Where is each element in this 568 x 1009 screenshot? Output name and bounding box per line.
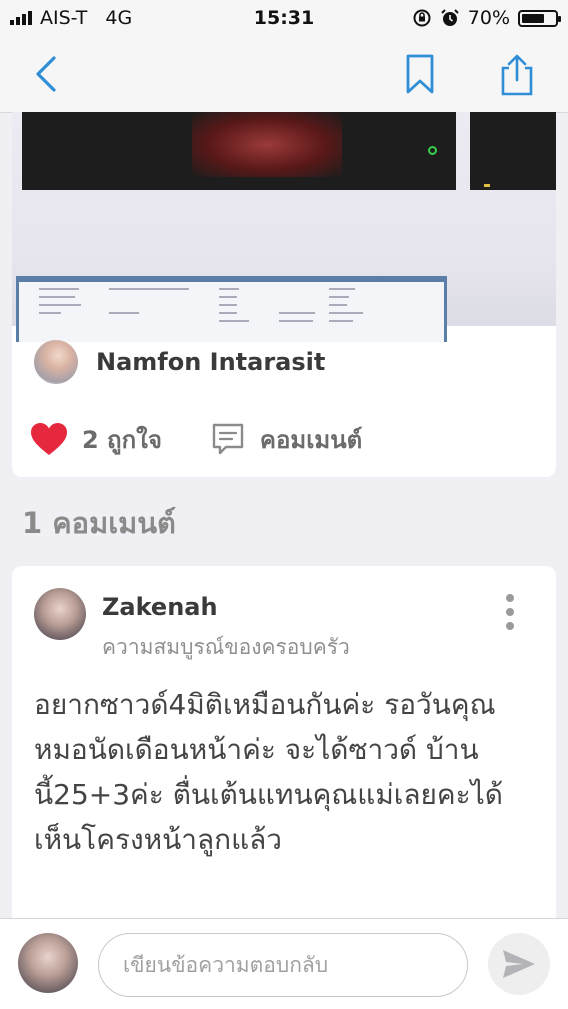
avatar — [34, 340, 78, 384]
commenter-subtitle: ความสมบูรณ์ของครอบครัว — [102, 635, 350, 659]
share-icon — [501, 54, 533, 96]
like-count: 2 ถูกใจ — [82, 425, 162, 454]
like-button[interactable]: 2 ถูกใจ — [30, 420, 162, 459]
chevron-left-icon — [36, 56, 56, 92]
comment-button[interactable]: คอมเมนต์ — [210, 420, 362, 459]
heart-icon — [31, 423, 67, 455]
battery-percent: 70% — [467, 7, 510, 29]
comment-count-heading: 1 คอมเมนต์ — [22, 506, 176, 540]
commenter-name[interactable]: Zakenah — [102, 593, 218, 621]
more-vertical-icon — [506, 594, 514, 602]
post-card: Namfon Intarasit 2 ถูกใจ คอมเมนต์ — [12, 112, 556, 477]
comment-card: Zakenah ความสมบูรณ์ของครอบครัว อยากซาวด์… — [12, 566, 556, 926]
reply-bar — [0, 918, 568, 1009]
patient-info-panel — [16, 276, 447, 342]
share-button[interactable] — [497, 54, 537, 96]
battery-fill — [522, 13, 545, 23]
my-avatar — [18, 933, 78, 993]
alarm-icon — [441, 9, 459, 26]
post-actions: 2 ถูกใจ คอมเมนต์ — [30, 414, 362, 464]
bookmark-icon — [406, 54, 434, 94]
author-name: Namfon Intarasit — [96, 348, 326, 376]
comment-text: อยากซาวด์4มิติเหมือนกันค่ะ รอวันคุณหมอนั… — [34, 688, 503, 856]
status-right: 70% — [412, 7, 561, 29]
side-screen — [470, 112, 556, 190]
reply-input[interactable] — [98, 933, 468, 997]
send-button[interactable] — [488, 933, 550, 995]
post-author[interactable]: Namfon Intarasit — [34, 340, 325, 384]
back-button[interactable] — [28, 54, 68, 94]
nav-bar — [0, 36, 568, 113]
bookmark-button[interactable] — [400, 54, 440, 94]
post-photo[interactable] — [12, 112, 556, 342]
battery-icon — [518, 9, 561, 27]
status-bar: AIS-T 4G 15:31 70% — [0, 0, 568, 36]
commenter-avatar[interactable] — [34, 588, 86, 640]
more-options-button[interactable] — [502, 594, 518, 634]
comment-label: คอมเมนต์ — [259, 425, 363, 454]
comment-icon — [212, 423, 244, 455]
rotation-lock-icon — [413, 9, 431, 27]
send-icon — [503, 950, 535, 978]
ultrasound-screen — [22, 112, 456, 190]
